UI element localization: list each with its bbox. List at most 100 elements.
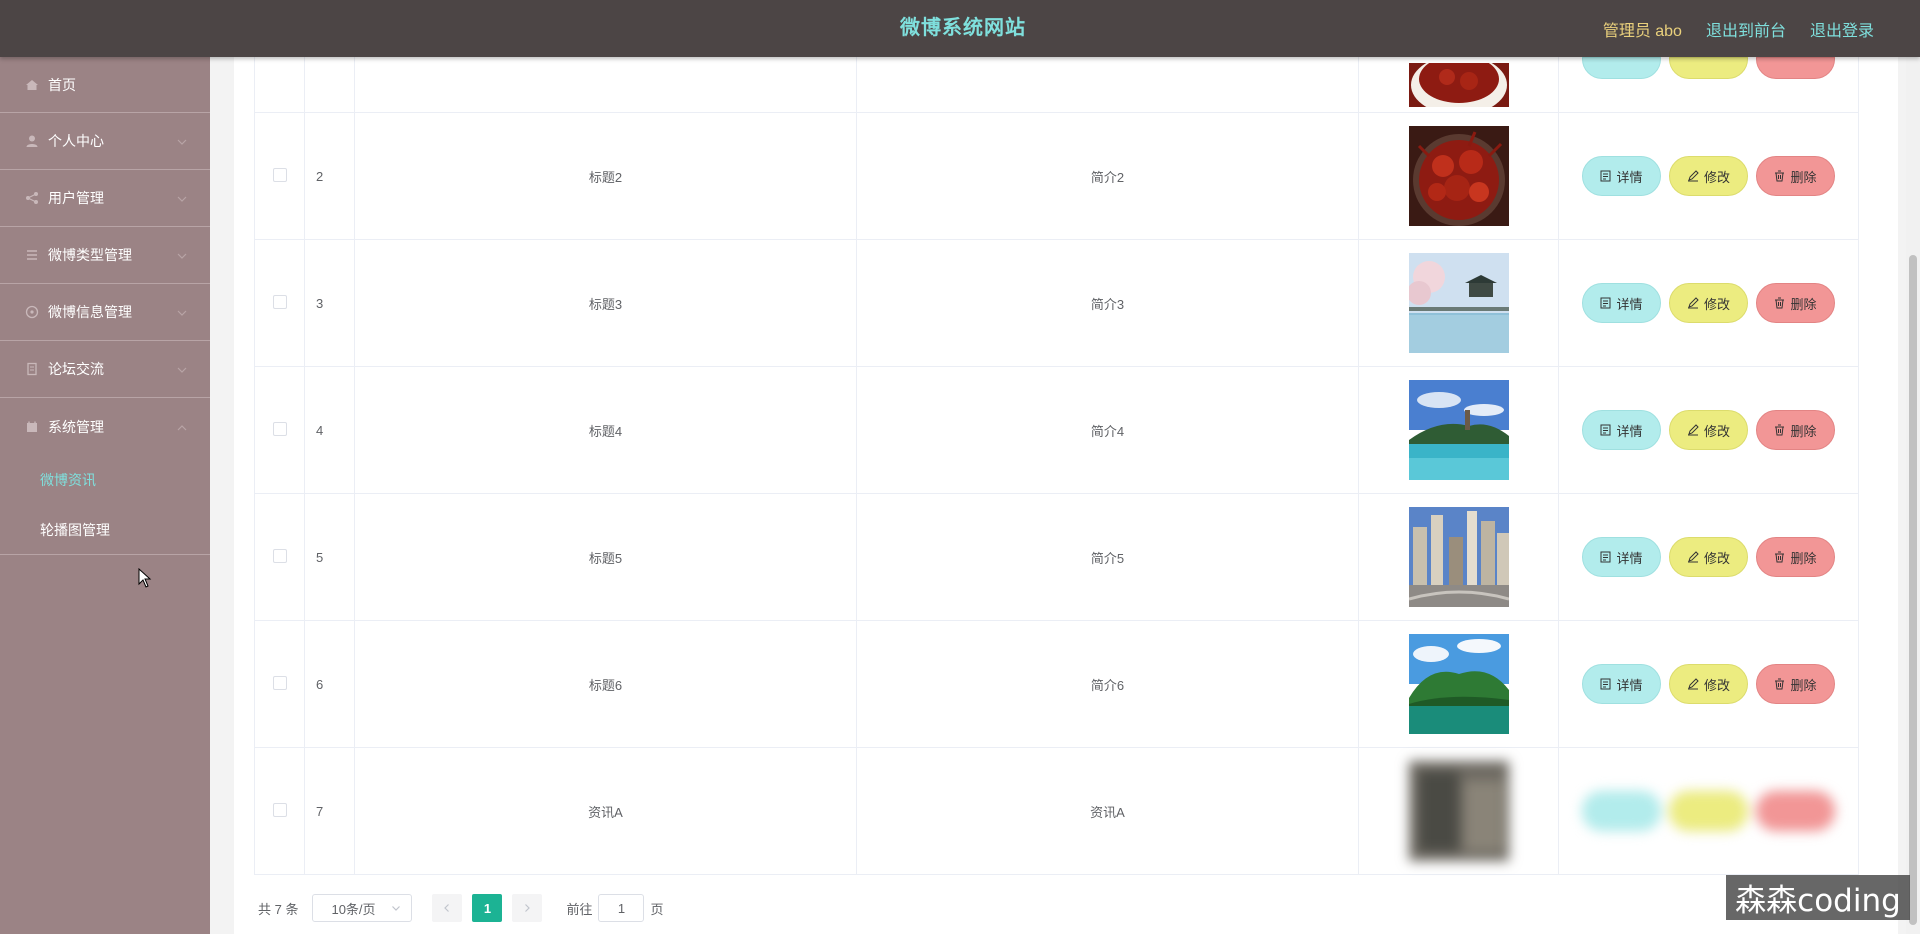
edit-button[interactable]: 修改 (1669, 664, 1748, 704)
row-index: 4 (304, 366, 355, 494)
chevron-down-icon (392, 906, 401, 911)
row-intro: 简介4 (856, 366, 1359, 494)
next-page-button[interactable] (512, 894, 543, 922)
pencil-icon (1687, 424, 1699, 436)
chevron-down-icon (176, 249, 188, 261)
table-row (254, 57, 1859, 113)
news-table: 2 标题2 简介2 详情 修改 删除 3 标题3 简介3 详情 修改 删除 4 … (254, 57, 1859, 875)
row-checkbox[interactable] (272, 802, 287, 817)
document-icon (1600, 297, 1611, 309)
header-actions: 管理员 abo 退出到前台 退出登录 (1603, 0, 1874, 57)
compass-icon (24, 304, 40, 320)
mouse-cursor-icon (138, 567, 152, 593)
row-title: 资讯A (354, 747, 857, 875)
edit-button[interactable]: 修改 (1669, 410, 1748, 450)
edit-button[interactable]: 修改 (1669, 283, 1748, 323)
delete-button[interactable]: 删除 (1756, 664, 1835, 704)
row-intro: 简介5 (856, 493, 1359, 621)
row-title: 标题5 (354, 493, 857, 621)
table-row: 2 标题2 简介2 详情 修改 删除 (254, 112, 1859, 240)
detail-button[interactable]: 详情 (1582, 410, 1661, 450)
admin-label: 管理员 abo (1602, 22, 1682, 40)
pagination: 共 7 条 10条/页 1 前往 页 (258, 888, 664, 928)
crayfish-image (1408, 126, 1509, 226)
row-checkbox[interactable] (272, 675, 287, 690)
sidebar-item-label: 微博类型管理 (48, 247, 132, 263)
page-number-current[interactable]: 1 (472, 894, 503, 922)
sidebar-item-user-management[interactable]: 用户管理 (0, 170, 210, 227)
document-icon (1600, 170, 1611, 182)
row-index: 5 (304, 493, 355, 621)
edit-button[interactable] (1669, 57, 1748, 79)
table-row: 5 标题5 简介5 详情 修改 删除 (254, 493, 1859, 621)
chevron-down-icon (176, 135, 188, 147)
row-intro: 简介6 (856, 620, 1359, 748)
sidebar-item-personal-center[interactable]: 个人中心 (0, 113, 210, 170)
delete-button[interactable] (1756, 57, 1835, 79)
edit-button[interactable] (1669, 791, 1748, 831)
delete-button[interactable]: 删除 (1756, 156, 1835, 196)
prev-page-button[interactable] (432, 894, 463, 922)
detail-button[interactable]: 详情 (1582, 664, 1661, 704)
blurred-image (1408, 761, 1509, 861)
table-row: 6 标题6 简介6 详情 修改 删除 (254, 620, 1859, 748)
sidebar-item-home[interactable]: 首页 (0, 57, 210, 113)
pencil-icon (1687, 170, 1699, 182)
edit-button[interactable]: 修改 (1669, 537, 1748, 577)
sidebar-item-label: 个人中心 (48, 133, 104, 149)
detail-button[interactable] (1582, 791, 1661, 831)
sidebar-subitem-carousel-management[interactable]: 轮播图管理 (0, 505, 210, 555)
trash-icon (1775, 424, 1785, 436)
trash-icon (1775, 678, 1785, 690)
row-title: 标题3 (354, 239, 857, 367)
row-index: 2 (304, 112, 355, 240)
detail-button[interactable] (1582, 57, 1661, 79)
chevron-right-icon (525, 904, 531, 912)
detail-button[interactable]: 详情 (1582, 537, 1661, 577)
sidebar-item-label: 系统管理 (48, 418, 104, 435)
sidebar-item-label: 微博信息管理 (48, 304, 132, 320)
top-header: 微博系统网站 管理员 abo 退出到前台 退出登录 (0, 0, 1920, 57)
sidebar-item-weibo-info-management[interactable]: 微博信息管理 (0, 284, 210, 341)
row-checkbox[interactable] (272, 294, 287, 309)
chevron-down-icon (176, 306, 188, 318)
row-checkbox[interactable] (272, 421, 287, 436)
row-checkbox[interactable] (272, 167, 287, 182)
watermark: 森森coding (1726, 875, 1910, 920)
sidebar-item-system-management[interactable]: 系统管理 (0, 398, 210, 455)
pencil-icon (1687, 678, 1699, 690)
chevron-down-icon (176, 363, 188, 375)
row-index: 6 (304, 620, 355, 748)
page-size-select[interactable]: 10条/页 (312, 894, 413, 922)
edit-button[interactable]: 修改 (1669, 156, 1748, 196)
logout-link[interactable]: 退出登录 (1810, 17, 1874, 41)
sidebar-item-weibo-type-management[interactable]: 微博类型管理 (0, 227, 210, 284)
trash-icon (1775, 297, 1785, 309)
row-intro: 简介3 (856, 239, 1359, 367)
row-index: 3 (304, 239, 355, 367)
delete-button[interactable]: 删除 (1756, 410, 1835, 450)
delete-button[interactable] (1756, 791, 1835, 831)
sidebar-subitem-weibo-news[interactable]: 微博资讯 (0, 455, 210, 505)
scrollbar-thumb[interactable] (1909, 255, 1917, 925)
detail-button[interactable]: 详情 (1582, 156, 1661, 196)
pencil-icon (1687, 551, 1699, 563)
delete-button[interactable]: 删除 (1756, 537, 1835, 577)
site-title: 微博系统网站 (900, 17, 1026, 39)
detail-button[interactable]: 详情 (1582, 283, 1661, 323)
sidebar-item-forum[interactable]: 论坛交流 (0, 341, 210, 398)
goto-page-input[interactable] (598, 894, 645, 922)
vertical-scrollbar[interactable] (1906, 57, 1920, 934)
sidebar-item-label: 用户管理 (48, 190, 104, 206)
exit-to-front-link[interactable]: 退出到前台 (1706, 17, 1786, 41)
row-checkbox[interactable] (272, 548, 287, 563)
trash-icon (1775, 170, 1785, 182)
document-icon (1600, 678, 1611, 690)
goto-label: 前往 (566, 901, 593, 917)
delete-button[interactable]: 删除 (1756, 283, 1835, 323)
user-icon (24, 133, 40, 149)
share-icon (24, 190, 40, 206)
main-content: 2 标题2 简介2 详情 修改 删除 3 标题3 简介3 详情 修改 删除 4 … (234, 57, 1898, 934)
table-row: 7 资讯A 资讯A (254, 747, 1859, 875)
thumbnail-image (1408, 62, 1509, 107)
